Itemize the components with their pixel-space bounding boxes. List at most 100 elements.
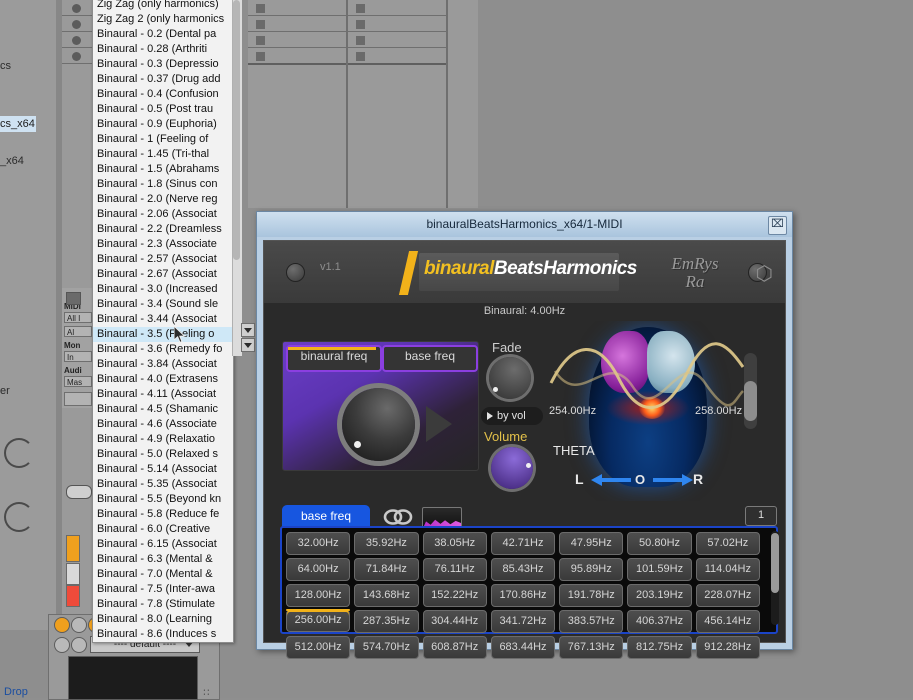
clip-slot[interactable] bbox=[62, 32, 95, 48]
rack-collapse-button[interactable] bbox=[71, 617, 87, 633]
audio-to-select[interactable]: Mas bbox=[64, 376, 92, 387]
rack-load-button[interactable] bbox=[54, 637, 70, 653]
frequency-cell[interactable]: 304.44Hz bbox=[422, 610, 487, 633]
preset-list-item[interactable]: Binaural - 1.5 (Abrahams bbox=[93, 162, 233, 177]
preset-list-item[interactable]: Binaural - 5.35 (Associat bbox=[93, 477, 233, 492]
preset-list-item[interactable]: Binaural - 3.84 (Associat bbox=[93, 357, 233, 372]
frequency-cell[interactable]: 35.92Hz bbox=[354, 532, 419, 555]
clip-slot[interactable] bbox=[248, 48, 346, 65]
frequency-cell[interactable]: 574.70Hz bbox=[354, 636, 419, 659]
preset-list-item[interactable]: Binaural - 5.5 (Beyond kn bbox=[93, 492, 233, 507]
frequency-cell[interactable]: 143.68Hz bbox=[354, 584, 419, 607]
preset-list-item[interactable]: Binaural - 1.8 (Sinus con bbox=[93, 177, 233, 192]
browser-selected-item[interactable]: cs_x64 bbox=[0, 116, 36, 132]
link-icon[interactable] bbox=[382, 508, 414, 526]
plugin-drop-area[interactable] bbox=[68, 656, 198, 700]
preset-list-item[interactable]: Binaural - 0.4 (Confusion bbox=[93, 87, 233, 102]
preset-list-item[interactable]: Binaural - 0.3 (Depressio bbox=[93, 57, 233, 72]
preset-list-item[interactable]: Binaural - 6.15 (Associat bbox=[93, 537, 233, 552]
midi-from-channel-select[interactable]: Al bbox=[64, 326, 92, 337]
preset-list-item[interactable]: Binaural - 2.67 (Associat bbox=[93, 267, 233, 282]
preset-list-item[interactable]: Binaural - 3.0 (Increased bbox=[93, 282, 233, 297]
preset-list-item[interactable]: Binaural - 0.28 (Arthriti bbox=[93, 42, 233, 57]
rack-save-button[interactable] bbox=[71, 637, 87, 653]
preset-list-item[interactable]: Binaural - 3.5 (Feeling o bbox=[93, 327, 233, 342]
clip-slot[interactable] bbox=[62, 16, 95, 32]
frequency-cell[interactable]: 50.80Hz bbox=[627, 532, 692, 555]
main-frequency-knob[interactable] bbox=[342, 388, 415, 461]
preset-list-item[interactable]: Zig Zag (only harmonics) bbox=[93, 0, 233, 12]
midi-from-input-select[interactable]: All I bbox=[64, 312, 92, 323]
preset-list-item[interactable]: Binaural - 0.37 (Drug add bbox=[93, 72, 233, 87]
preset-list-item[interactable]: Binaural - 0.5 (Post trau bbox=[93, 102, 233, 117]
frequency-cell[interactable]: 114.04Hz bbox=[695, 558, 760, 581]
frequency-cell[interactable]: 101.59Hz bbox=[627, 558, 692, 581]
tab-base-freq[interactable]: base freq bbox=[282, 505, 370, 527]
frequency-cell[interactable]: 85.43Hz bbox=[490, 558, 556, 581]
session-track-column-2[interactable] bbox=[348, 0, 448, 208]
plugin-window[interactable]: binauralBeatsHarmonics_x64/1-MIDI ⌧ v1.1… bbox=[256, 211, 793, 659]
preset-list-item[interactable]: Binaural - 4.0 (Extrasens bbox=[93, 372, 233, 387]
frequency-grid-panel[interactable]: 32.00Hz 35.92Hz 38.05Hz 42.71Hz 47.95Hz 50.80… bbox=[280, 526, 778, 659]
frequency-cell[interactable]: 95.89Hz bbox=[559, 558, 624, 581]
preset-dropdown-list[interactable]: Zig Zag (only harmonics) Zig Zag 2 (only … bbox=[92, 0, 234, 643]
page-number-box[interactable]: 1 bbox=[745, 506, 777, 526]
preset-list-item[interactable]: Binaural - 0.2 (Dental pa bbox=[93, 27, 233, 42]
track-select-down-button-1[interactable] bbox=[241, 323, 255, 337]
volume-knob[interactable] bbox=[491, 447, 533, 489]
frequency-cell[interactable]: 47.95Hz bbox=[559, 532, 624, 555]
frequency-cell[interactable]: 38.05Hz bbox=[422, 532, 487, 555]
frequency-cell[interactable]: 341.72Hz bbox=[490, 610, 556, 633]
clip-slot[interactable] bbox=[62, 48, 95, 64]
preset-list-item[interactable]: Binaural - 8.0 (Learning bbox=[93, 612, 233, 627]
frequency-cell[interactable]: 57.02Hz bbox=[695, 532, 760, 555]
session-track-column-1[interactable] bbox=[248, 0, 348, 208]
frequency-cell[interactable]: 76.11Hz bbox=[422, 558, 487, 581]
rack-power-button[interactable] bbox=[54, 617, 70, 633]
frequency-cell[interactable]: 128.00Hz bbox=[286, 584, 351, 607]
daw-browser-panel[interactable] bbox=[0, 0, 57, 630]
frequency-cell[interactable]: 912.28Hz bbox=[695, 636, 760, 659]
frequency-cell[interactable]: 152.22Hz bbox=[422, 584, 487, 607]
plugin-titlebar[interactable]: binauralBeatsHarmonics_x64/1-MIDI ⌧ bbox=[257, 212, 792, 237]
preset-list-item[interactable]: Binaural - 7.8 (Stimulate bbox=[93, 597, 233, 612]
preset-list-item[interactable]: Binaural - 4.6 (Associate bbox=[93, 417, 233, 432]
preset-list-item[interactable]: Binaural - 5.14 (Associat bbox=[93, 462, 233, 477]
track-stop-button[interactable] bbox=[66, 292, 81, 305]
frequency-cell[interactable]: 170.86Hz bbox=[490, 584, 556, 607]
preset-list-item[interactable]: Binaural - 5.0 (Relaxed s bbox=[93, 447, 233, 462]
preset-list-item[interactable]: Zig Zag 2 (only harmonics bbox=[93, 12, 233, 27]
frequency-cell[interactable]: 228.07Hz bbox=[695, 584, 760, 607]
preset-list-item[interactable]: Binaural - 1 (Feeling of bbox=[93, 132, 233, 147]
device-knob-1[interactable] bbox=[4, 438, 34, 468]
frequency-cell[interactable]: 203.19Hz bbox=[627, 584, 692, 607]
preset-list-item[interactable]: Binaural - 7.5 (Inter-awa bbox=[93, 582, 233, 597]
fade-knob[interactable] bbox=[489, 357, 531, 399]
device-switch[interactable] bbox=[66, 485, 92, 499]
frequency-cell[interactable]: 767.13Hz bbox=[559, 636, 624, 659]
clip-slot[interactable] bbox=[248, 16, 346, 32]
frequency-cell[interactable]: 287.35Hz bbox=[354, 610, 419, 633]
close-icon[interactable]: ⌧ bbox=[768, 216, 787, 235]
preset-list-item[interactable]: Binaural - 6.0 (Creative bbox=[93, 522, 233, 537]
preset-list-item[interactable]: Binaural - 1.45 (Tri-thal bbox=[93, 147, 233, 162]
binaural-freq-tab-button[interactable]: binaural freq bbox=[286, 345, 382, 372]
clip-slot[interactable] bbox=[248, 0, 346, 16]
frequency-cell[interactable]: 512.00Hz bbox=[286, 636, 351, 659]
clip-slot[interactable] bbox=[348, 48, 446, 65]
preset-list-item[interactable]: Binaural - 8.6 (Induces s bbox=[93, 627, 233, 642]
preset-list-item[interactable]: Binaural - 7.0 (Mental & bbox=[93, 567, 233, 582]
base-freq-tab-button[interactable]: base freq bbox=[382, 345, 478, 372]
frequency-cell[interactable]: 812.75Hz bbox=[627, 636, 692, 659]
preset-list-item[interactable]: Binaural - 2.57 (Associat bbox=[93, 252, 233, 267]
clip-slot[interactable] bbox=[348, 16, 446, 32]
daw-track-io-section[interactable]: MIDI All I Al Mon In Audi Mas bbox=[62, 288, 95, 408]
grid-scrollbar-thumb[interactable] bbox=[771, 533, 779, 593]
resize-grip-icon[interactable]: ∶∶ bbox=[203, 686, 211, 699]
frequency-cell[interactable]: 191.78Hz bbox=[559, 584, 624, 607]
pan-slider-thumb[interactable] bbox=[744, 381, 757, 421]
preset-list-scrollbar-thumb[interactable] bbox=[233, 0, 240, 260]
preset-list-item[interactable]: Binaural - 2.2 (Dreamless bbox=[93, 222, 233, 237]
frequency-cell[interactable]: 32.00Hz bbox=[286, 532, 351, 555]
preset-list-item[interactable]: Binaural - 3.6 (Remedy fo bbox=[93, 342, 233, 357]
